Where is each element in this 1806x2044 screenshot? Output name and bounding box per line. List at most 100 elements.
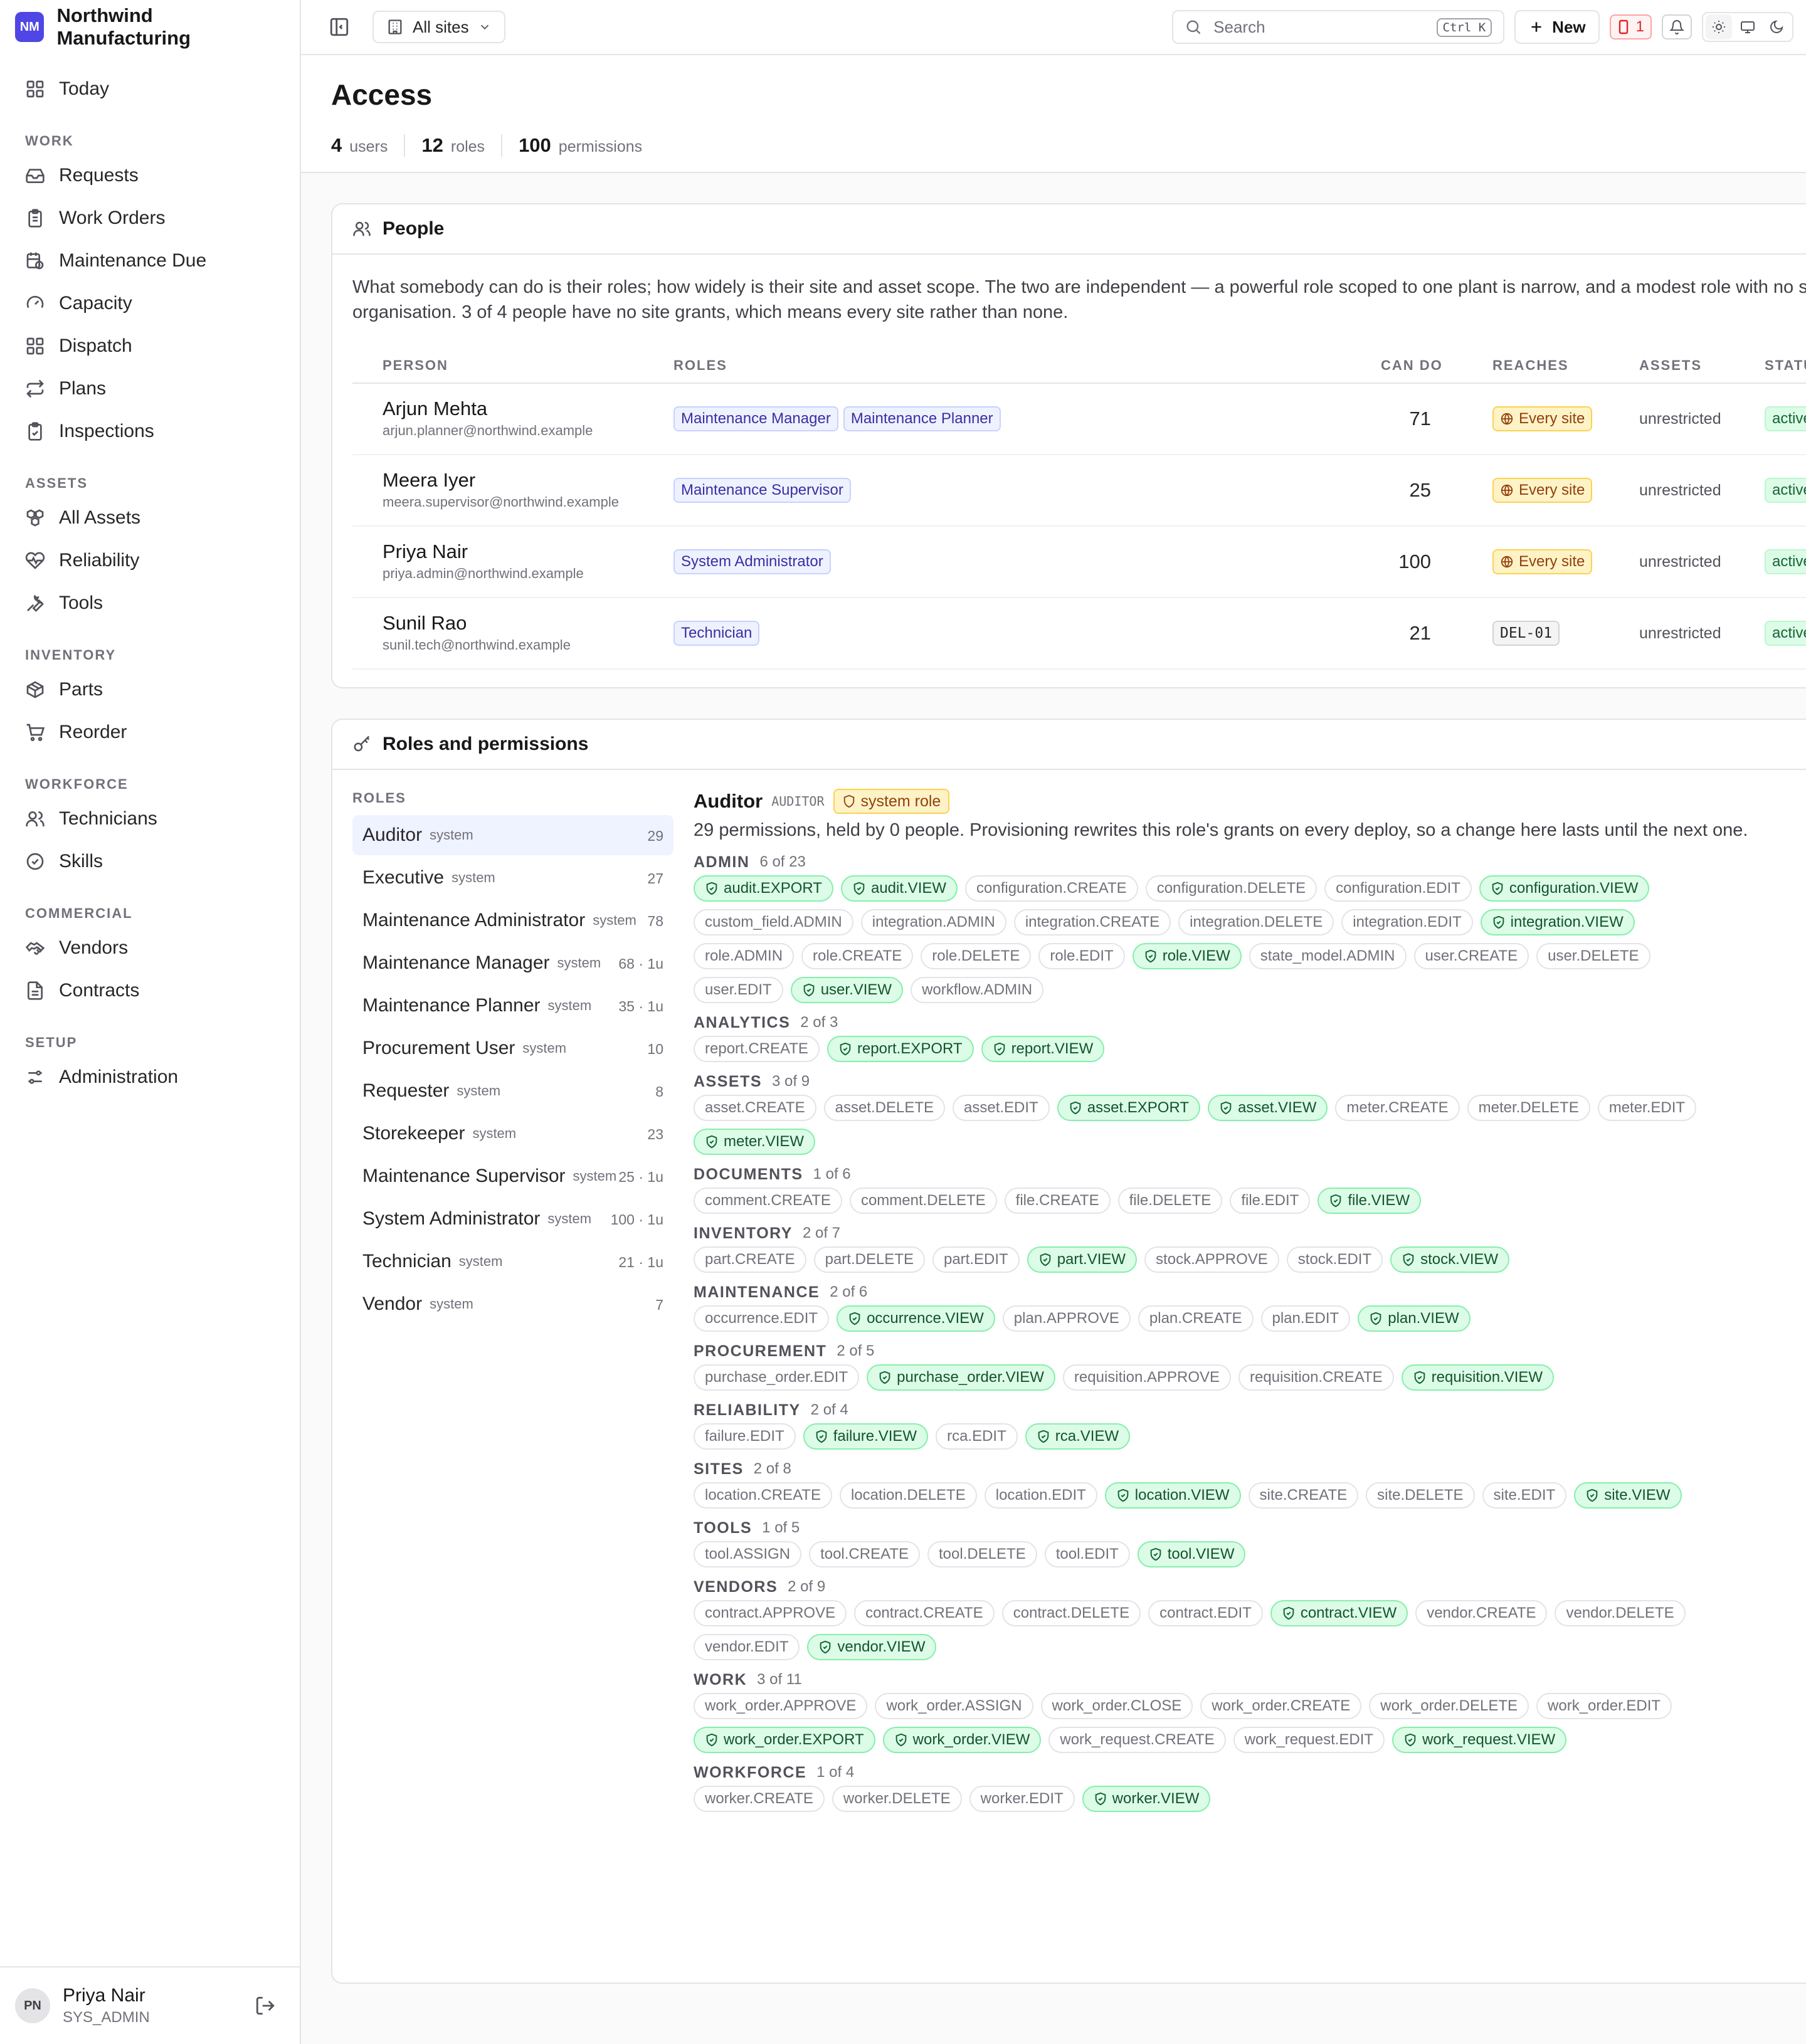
role-list-item[interactable]: Maintenance Supervisor system 25 · 1u (352, 1156, 673, 1196)
permission-chip[interactable]: site.CREATE (1248, 1482, 1359, 1509)
permission-chip[interactable]: work_order.APPROVE (694, 1693, 868, 1719)
sidebar-item-dispatch[interactable]: Dispatch (15, 325, 285, 367)
permission-chip[interactable]: integration.DELETE (1178, 909, 1334, 935)
permission-chip[interactable]: plan.VIEW (1358, 1305, 1471, 1332)
permission-chip[interactable]: configuration.VIEW (1479, 875, 1650, 902)
sidebar-item-all-assets[interactable]: All Assets (15, 497, 285, 539)
permission-chip[interactable]: role.ADMIN (694, 943, 795, 969)
permission-chip[interactable]: configuration.EDIT (1324, 875, 1472, 902)
permission-chip[interactable]: report.CREATE (694, 1036, 820, 1062)
permission-chip[interactable]: meter.VIEW (694, 1129, 816, 1155)
permission-chip[interactable]: work_order.CREATE (1200, 1693, 1362, 1719)
theme-system-button[interactable] (1735, 14, 1761, 40)
permission-chip[interactable]: state_model.ADMIN (1249, 943, 1407, 969)
permission-chip[interactable]: requisition.VIEW (1401, 1364, 1555, 1391)
permission-chip[interactable]: comment.DELETE (849, 1188, 997, 1214)
role-chip[interactable]: Maintenance Supervisor (673, 478, 851, 503)
permission-chip[interactable]: contract.VIEW (1270, 1600, 1408, 1626)
permission-chip[interactable]: work_order.EXPORT (694, 1727, 875, 1753)
permission-chip[interactable]: location.DELETE (839, 1482, 977, 1509)
permission-chip[interactable]: file.CREATE (1004, 1188, 1111, 1214)
permission-chip[interactable]: comment.CREATE (694, 1188, 842, 1214)
permission-chip[interactable]: site.VIEW (1574, 1482, 1682, 1509)
role-list-item[interactable]: Executive system 27 (352, 858, 673, 898)
role-list-item[interactable]: Maintenance Manager system 68 · 1u (352, 943, 673, 983)
org-switcher[interactable]: NM Northwind Manufacturing (0, 0, 300, 54)
permission-chip[interactable]: meter.EDIT (1597, 1095, 1697, 1121)
permission-chip[interactable]: tool.EDIT (1044, 1541, 1130, 1567)
sidebar-item-plans[interactable]: Plans (15, 367, 285, 410)
permission-chip[interactable]: user.EDIT (694, 977, 783, 1003)
sidebar-item-reliability[interactable]: Reliability (15, 539, 285, 582)
permission-chip[interactable]: stock.EDIT (1286, 1246, 1383, 1273)
permission-chip[interactable]: asset.EDIT (953, 1095, 1050, 1121)
sidebar-item-skills[interactable]: Skills (15, 840, 285, 883)
permission-chip[interactable]: occurrence.VIEW (837, 1305, 995, 1332)
permission-chip[interactable]: work_request.EDIT (1233, 1727, 1385, 1753)
permission-chip[interactable]: work_order.ASSIGN (875, 1693, 1033, 1719)
permission-chip[interactable]: vendor.VIEW (807, 1634, 937, 1660)
sidebar-item-inspections[interactable]: Inspections (15, 410, 285, 453)
permission-chip[interactable]: purchase_order.VIEW (867, 1364, 1055, 1391)
sidebar-item-today[interactable]: Today (15, 68, 285, 110)
permission-chip[interactable]: part.VIEW (1027, 1246, 1138, 1273)
permission-chip[interactable]: plan.CREATE (1138, 1305, 1254, 1332)
role-list-item[interactable]: Maintenance Planner system 35 · 1u (352, 986, 673, 1026)
role-list-item[interactable]: Maintenance Administrator system 78 (352, 900, 673, 940)
theme-light-button[interactable] (1706, 14, 1732, 40)
alerts-button[interactable]: 1 (1609, 14, 1652, 40)
table-row[interactable]: Priya Nair priya.admin@northwind.example S… (352, 527, 1806, 598)
permission-chip[interactable]: user.DELETE (1536, 943, 1650, 969)
table-row[interactable]: Meera Iyer meera.supervisor@northwind.exa… (352, 455, 1806, 527)
permission-chip[interactable]: part.CREATE (694, 1246, 806, 1273)
table-row[interactable]: Arjun Mehta arjun.planner@northwind.examp… (352, 384, 1806, 455)
permission-chip[interactable]: file.VIEW (1318, 1188, 1422, 1214)
permission-chip[interactable]: integration.CREATE (1013, 909, 1171, 935)
logout-icon[interactable] (255, 1995, 276, 2016)
sidebar-item-capacity[interactable]: Capacity (15, 282, 285, 325)
permission-chip[interactable]: worker.CREATE (694, 1786, 825, 1812)
permission-chip[interactable]: purchase_order.EDIT (694, 1364, 860, 1391)
permission-chip[interactable]: contract.APPROVE (694, 1600, 847, 1626)
role-list-item[interactable]: Procurement User system 10 (352, 1028, 673, 1068)
theme-dark-button[interactable] (1763, 14, 1790, 40)
site-selector[interactable]: All sites (372, 11, 505, 43)
permission-chip[interactable]: file.EDIT (1230, 1188, 1311, 1214)
permission-chip[interactable]: configuration.DELETE (1145, 875, 1318, 902)
permission-chip[interactable]: stock.VIEW (1390, 1246, 1510, 1273)
permission-chip[interactable]: asset.DELETE (823, 1095, 946, 1121)
sidebar-item-requests[interactable]: Requests (15, 154, 285, 197)
permission-chip[interactable]: location.VIEW (1104, 1482, 1241, 1509)
permission-chip[interactable]: role.VIEW (1132, 943, 1242, 969)
role-chip[interactable]: Maintenance Planner (843, 406, 1001, 431)
permission-chip[interactable]: failure.VIEW (803, 1423, 929, 1450)
permission-chip[interactable]: work_order.CLOSE (1040, 1693, 1193, 1719)
permission-chip[interactable]: asset.VIEW (1208, 1095, 1328, 1121)
permission-chip[interactable]: worker.EDIT (969, 1786, 1075, 1812)
permission-chip[interactable]: plan.APPROVE (1002, 1305, 1131, 1332)
permission-chip[interactable]: workflow.ADMIN (911, 977, 1044, 1003)
permission-chip[interactable]: occurrence.EDIT (694, 1305, 830, 1332)
sidebar-item-administration[interactable]: Administration (15, 1056, 285, 1098)
permission-chip[interactable]: audit.VIEW (840, 875, 958, 902)
permission-chip[interactable]: site.DELETE (1366, 1482, 1475, 1509)
permission-chip[interactable]: integration.EDIT (1341, 909, 1473, 935)
notifications-button[interactable] (1662, 14, 1692, 40)
role-list-item[interactable]: Auditor system 29 (352, 815, 673, 855)
permission-chip[interactable]: plan.EDIT (1260, 1305, 1351, 1332)
permission-chip[interactable]: work_order.DELETE (1369, 1693, 1529, 1719)
sidebar-item-tools[interactable]: Tools (15, 582, 285, 624)
permission-chip[interactable]: contract.EDIT (1148, 1600, 1263, 1626)
permission-chip[interactable]: tool.CREATE (809, 1541, 920, 1567)
sidebar-toggle-icon[interactable] (329, 16, 350, 38)
table-row[interactable]: Sunil Rao sunil.tech@northwind.example Tec… (352, 598, 1806, 670)
sidebar-item-contracts[interactable]: Contracts (15, 969, 285, 1012)
permission-chip[interactable]: role.DELETE (921, 943, 1032, 969)
permission-chip[interactable]: user.VIEW (790, 977, 904, 1003)
permission-chip[interactable]: vendor.EDIT (694, 1634, 800, 1660)
permission-chip[interactable]: part.DELETE (813, 1246, 925, 1273)
sidebar-item-parts[interactable]: Parts (15, 668, 285, 711)
role-chip[interactable]: System Administrator (673, 549, 831, 574)
search-input[interactable]: Search Ctrl K (1172, 10, 1505, 44)
permission-chip[interactable]: meter.DELETE (1467, 1095, 1590, 1121)
